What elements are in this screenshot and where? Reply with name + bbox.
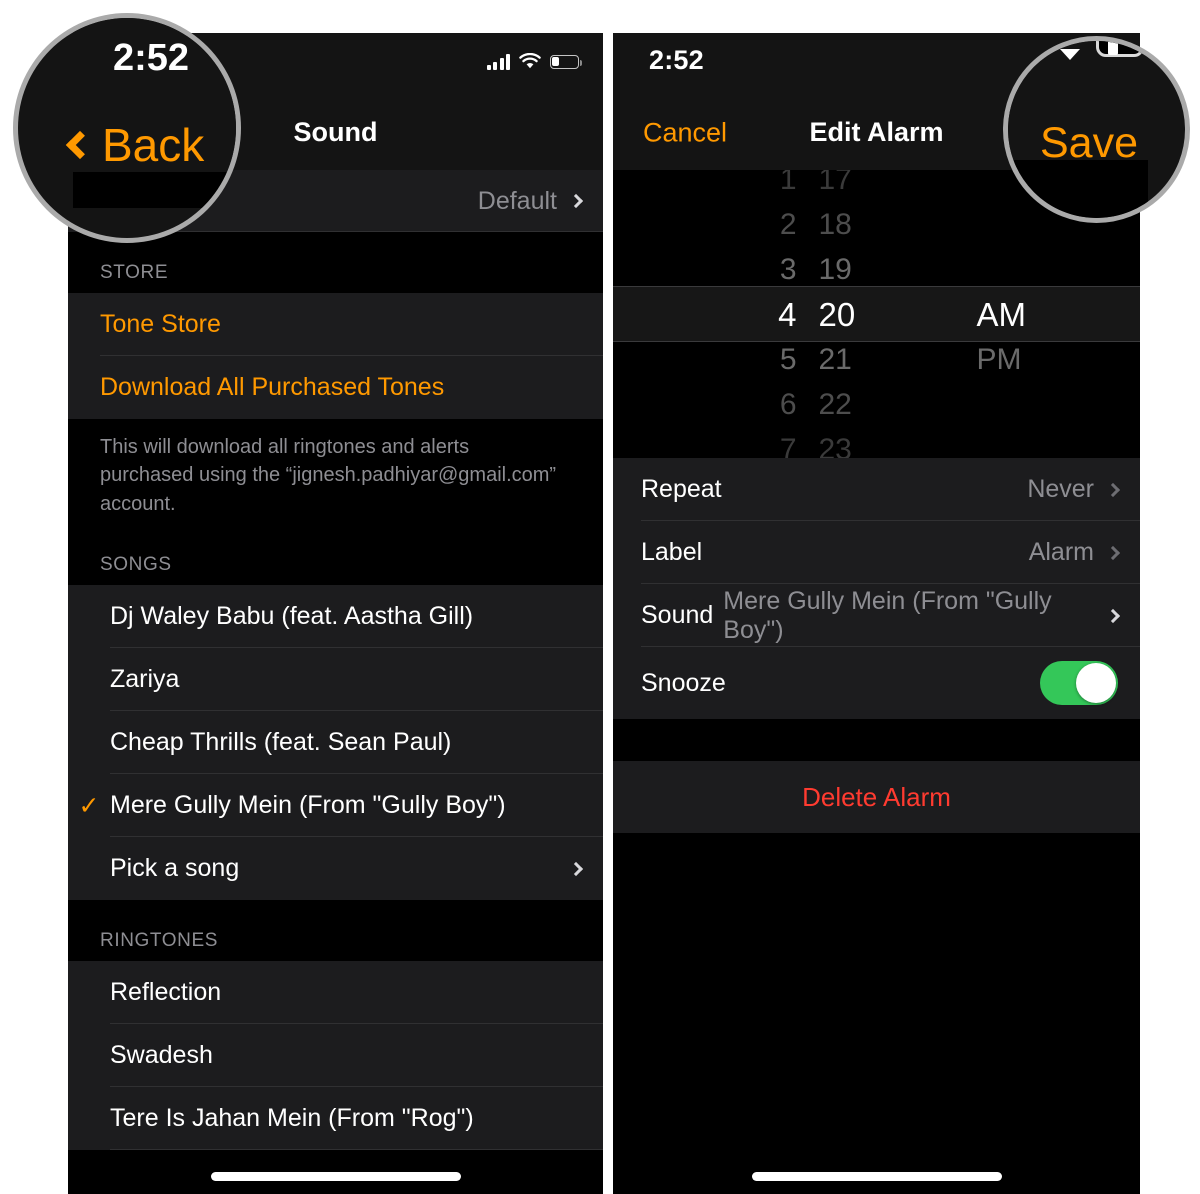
ringtone-list-item[interactable]: Reflection [68, 961, 603, 1025]
battery-icon [550, 54, 582, 69]
download-all-purchased-tones-label: Download All Purchased Tones [100, 373, 445, 401]
ringtone-label: Reflection [110, 978, 222, 1007]
hour-option[interactable]: 3 [780, 247, 797, 292]
period-option[interactable]: PM [977, 337, 1022, 382]
callout-back-label: Back [102, 119, 205, 171]
minute-option-selected[interactable]: 20 [819, 292, 856, 337]
section-gap [613, 719, 1140, 761]
tone-store-row[interactable]: Tone Store [68, 293, 603, 356]
song-label: Cheap Thrills (feat. Sean Paul) [110, 728, 452, 757]
hour-option[interactable]: 7 [780, 427, 797, 459]
chevron-right-icon [568, 861, 584, 876]
wifi-icon [519, 53, 541, 69]
repeat-label: Repeat [641, 475, 722, 503]
status-bar-time: 2:52 [649, 45, 704, 75]
checkmark-icon: ✓ [78, 791, 100, 820]
callout-save-label: Save [1040, 119, 1139, 167]
cellular-bars-icon [486, 53, 510, 70]
ringtones-section-header: RINGTONES [68, 900, 603, 962]
repeat-row[interactable]: Repeat Never [613, 458, 1140, 521]
chevron-right-icon [1105, 482, 1121, 497]
song-label: Zariya [110, 665, 180, 694]
download-all-purchased-tones-row[interactable]: Download All Purchased Tones [68, 356, 603, 419]
pick-a-song-label: Pick a song [110, 854, 240, 883]
vibration-value: Default [477, 186, 557, 215]
song-list-item[interactable]: Dj Waley Babu (feat. Aastha Gill) [68, 585, 603, 649]
home-indicator[interactable] [751, 1172, 1002, 1181]
hour-option[interactable]: 6 [780, 382, 797, 427]
delete-alarm-label: Delete Alarm [802, 781, 951, 812]
chevron-right-icon [568, 193, 584, 209]
callout-back-button-target[interactable]: Back [65, 118, 205, 172]
cancel-button-label: Cancel [643, 117, 728, 147]
hour-option[interactable]: 5 [780, 337, 797, 382]
page-title: Sound [293, 117, 378, 147]
song-list-item-selected[interactable]: ✓ Mere Gully Mein (From "Gully Boy") [68, 774, 603, 838]
period-option-selected[interactable]: AM [977, 292, 1027, 337]
wifi-icon [1060, 49, 1080, 60]
chevron-right-icon [1105, 545, 1121, 560]
sound-row[interactable]: Sound Mere Gully Mein (From "Gully Boy") [613, 584, 1140, 647]
hour-option[interactable]: 1 [780, 170, 797, 202]
ringtone-label: Swadesh [110, 1041, 213, 1070]
ringtone-list-item[interactable]: Swadesh [68, 1024, 603, 1088]
toggle-knob [1076, 663, 1116, 703]
label-label: Label [641, 538, 703, 566]
songs-section-header: SONGS [68, 524, 603, 586]
ringtone-list-item[interactable]: Tere Is Jahan Mein (From "Rog") [68, 1087, 603, 1151]
sound-label: Sound [641, 601, 714, 629]
repeat-value: Never [1027, 475, 1094, 503]
callout-save-button-target[interactable]: Save [1040, 119, 1138, 168]
battery-icon [1108, 41, 1118, 55]
hour-wheel[interactable]: 1 2 3 4 5 6 7 [657, 170, 807, 458]
song-label: Dj Waley Babu (feat. Aastha Gill) [110, 602, 474, 631]
hour-option-selected[interactable]: 4 [778, 292, 796, 337]
ringtone-label: Tere Is Jahan Mein (From "Rog") [110, 1104, 474, 1133]
status-bar-indicators [486, 53, 582, 70]
store-footnote: This will download all ringtones and ale… [68, 419, 603, 525]
chevron-right-icon [1105, 608, 1121, 623]
pick-a-song-row[interactable]: Pick a song [68, 837, 603, 901]
tone-store-label: Tone Store [100, 310, 221, 338]
snooze-row[interactable]: Snooze [613, 647, 1140, 719]
label-value: Alarm [1028, 538, 1094, 566]
song-list-item[interactable]: Zariya [68, 648, 603, 712]
minute-option[interactable]: 22 [819, 382, 852, 427]
callout-status-time: 2:52 [113, 37, 190, 79]
screenshot-stage: 2:52 Back Sound Default [0, 0, 1200, 1194]
snooze-toggle[interactable] [1040, 661, 1118, 705]
label-row[interactable]: Label Alarm [613, 521, 1140, 584]
sound-value: Mere Gully Mein (From "Gully Boy") [723, 586, 1052, 644]
home-indicator[interactable] [210, 1172, 461, 1181]
minute-option[interactable]: 18 [819, 202, 852, 247]
minute-wheel[interactable]: 17 18 19 20 21 22 23 [807, 170, 937, 458]
minute-option[interactable]: 21 [819, 337, 852, 382]
callout-back-button: 2:52 Back [13, 13, 241, 243]
store-section-header: STORE [68, 232, 603, 293]
minute-option[interactable]: 17 [819, 170, 852, 202]
page-title: Edit Alarm [809, 117, 944, 147]
minute-option[interactable]: 19 [819, 247, 852, 292]
snooze-label: Snooze [641, 668, 726, 697]
chevron-left-icon [65, 130, 95, 160]
hour-option[interactable]: 2 [780, 202, 797, 247]
minute-option[interactable]: 23 [819, 427, 852, 459]
song-list-item[interactable]: Cheap Thrills (feat. Sean Paul) [68, 711, 603, 775]
delete-alarm-button[interactable]: Delete Alarm [613, 761, 1140, 833]
cancel-button[interactable]: Cancel [643, 117, 727, 148]
song-label: Mere Gully Mein (From "Gully Boy") [110, 791, 506, 820]
callout-save-button: Save [1003, 36, 1190, 223]
